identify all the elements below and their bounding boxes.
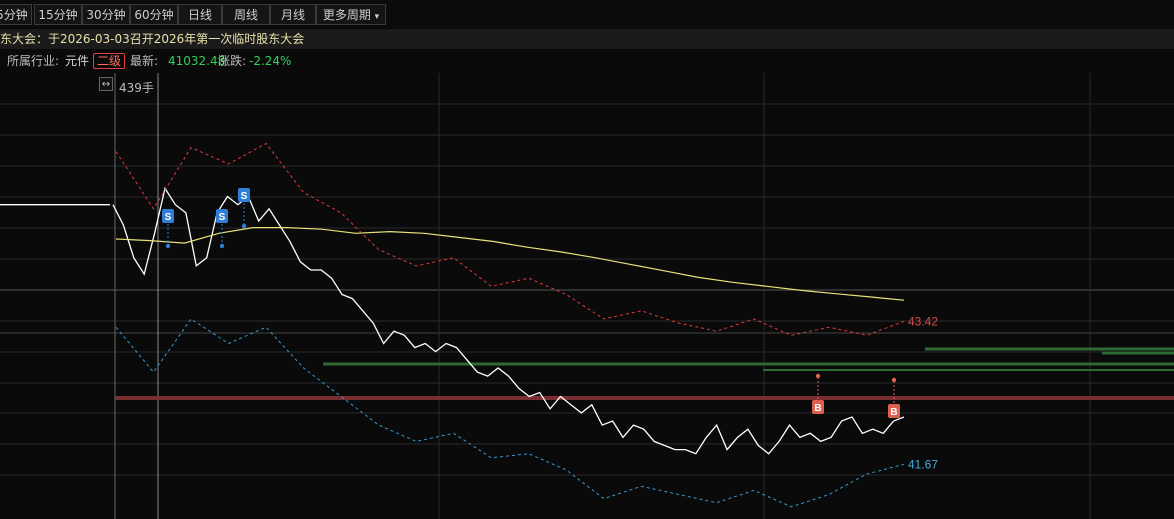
resize-icon[interactable]: ↔ [99,77,113,91]
sell-signal-icon [238,188,250,202]
tab-30min[interactable]: 30分钟 [82,4,130,25]
latest-label: 最新: [130,54,159,68]
signal-dot [815,373,821,379]
sell-signal-icon [216,209,228,223]
sell-signal-icon [162,209,174,223]
tab-15min[interactable]: 15分钟 [34,4,82,25]
signal-label: B [814,403,821,414]
lower-band-line [115,318,905,508]
signal-label: S [165,212,172,223]
upper-band-line [115,142,905,336]
period-tab-bar: 5分钟 15分钟 30分钟 60分钟 日线 周线 月线 更多周期 ▾ [0,0,1174,28]
tab-weekly[interactable]: 周线 [222,4,270,25]
average-line [115,227,905,301]
upper-band-value: 43.42 [908,314,938,328]
signal-dot [241,223,247,229]
tab-monthly[interactable]: 月线 [270,4,316,25]
lower-band-value: 41.67 [908,457,938,471]
level-badge[interactable]: 二级 [93,53,126,69]
change-label: 涨跌: [218,54,247,68]
latest-value: 41032.48 [168,54,226,68]
signal-label: S [219,212,226,223]
change-value: -2.24% [249,54,292,68]
crosshair-volume-label: 439手 [119,81,154,95]
buy-signal-icon [812,400,824,414]
signal-dot [219,243,225,249]
tab-60min[interactable]: 60分钟 [130,4,178,25]
tab-more-periods[interactable]: 更多周期 ▾ [316,4,386,25]
announcement-banner[interactable]: 东大会：于2026-03-03召开2026年第一次临时股东大会 [0,29,1174,49]
price-line [112,186,905,455]
tab-more-label: 更多周期 [322,8,371,22]
industry-label: 所属行业: [7,54,60,68]
intraday-chart[interactable]: 43.42 41.67 S S S B B [0,0,1174,519]
signal-label: S [241,191,248,202]
signal-label: B [890,407,897,418]
signal-dot [165,243,171,249]
chevron-down-icon: ▾ [374,12,380,22]
stock-info-bar: 所属行业: 元件 二级 最新: 41032.48 涨跌: -2.24% [0,50,1174,72]
industry-value[interactable]: 元件 [65,50,89,72]
tab-daily[interactable]: 日线 [178,4,222,25]
buy-signal-icon [888,404,900,418]
signal-dot [891,377,897,383]
tab-5min[interactable]: 5分钟 [0,4,32,25]
